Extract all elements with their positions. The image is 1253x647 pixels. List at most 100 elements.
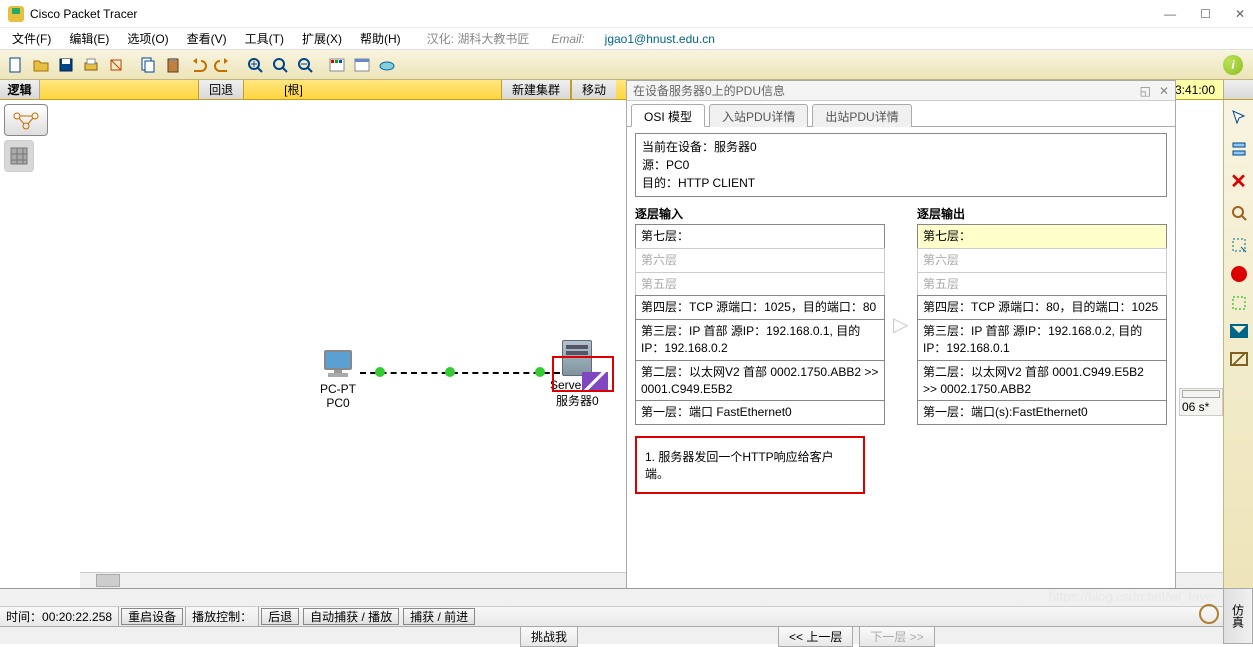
- menu-help[interactable]: 帮助(H): [352, 28, 409, 49]
- logical-view-tab[interactable]: 逻辑: [0, 80, 40, 99]
- next-layer-button[interactable]: 下一层 >>: [859, 626, 934, 647]
- in-layer1[interactable]: 第一层：端口 FastEthernet0: [635, 400, 885, 425]
- device-pc0[interactable]: PC-PT PC0: [320, 350, 356, 410]
- topology-tool[interactable]: [4, 104, 48, 136]
- out-layer2[interactable]: 第二层：以太网V2 首部 0001.C949.E5B2 >> 0002.1750…: [917, 360, 1167, 402]
- cloud-button[interactable]: [375, 53, 399, 77]
- in-layer3[interactable]: 第三层：IP 首部 源IP：192.168.0.1, 目的IP：192.168.…: [635, 319, 885, 361]
- close-button[interactable]: ✕: [1235, 7, 1245, 21]
- link-status-dot: [535, 367, 545, 377]
- print-button[interactable]: [79, 53, 103, 77]
- left-toolbar: [0, 100, 80, 588]
- menu-extensions[interactable]: 扩展(X): [294, 28, 350, 49]
- maximize-button[interactable]: ☐: [1200, 7, 1211, 21]
- translation-credit: 汉化: 湖科大教书匠: [419, 28, 538, 49]
- context-info: 06 s*: [1179, 388, 1223, 416]
- menu-tools[interactable]: 工具(T): [237, 28, 292, 49]
- resize-tool[interactable]: [1228, 234, 1250, 256]
- root-label: [根]: [244, 80, 343, 99]
- capture-forward-button[interactable]: 捕获 / 前进: [403, 608, 475, 625]
- pdu-titlebar: 在设备服务器0上的PDU信息 ◱ ✕: [627, 81, 1175, 101]
- move-button[interactable]: 移动: [571, 80, 616, 99]
- dialog-button[interactable]: [350, 53, 374, 77]
- layers-out-title: 逐层输出: [917, 205, 1167, 222]
- new-cluster-button[interactable]: 新建集群: [501, 80, 571, 99]
- menu-edit[interactable]: 编辑(E): [61, 28, 117, 49]
- link-line: [360, 372, 560, 374]
- step-back-button[interactable]: 后退: [261, 608, 299, 625]
- layers-in-title: 逐层输入: [635, 205, 885, 222]
- wizard-button[interactable]: [104, 53, 128, 77]
- dst-label: 目的：: [642, 176, 678, 190]
- pdu-body: 当前在设备：服务器0 源：PC0 目的：HTTP CLIENT 逐层输入 第七层…: [627, 127, 1175, 500]
- redo-button[interactable]: [211, 53, 235, 77]
- back-button[interactable]: 回退: [198, 80, 244, 99]
- email-link[interactable]: jgao1@hnust.edu.cn: [597, 30, 723, 48]
- tab-inbound[interactable]: 入站PDU详情: [709, 104, 808, 127]
- in-layer7[interactable]: 第七层：: [635, 224, 885, 249]
- undo-button[interactable]: [186, 53, 210, 77]
- draw-palette-button[interactable]: [325, 53, 349, 77]
- tab-osi[interactable]: OSI 模型: [631, 104, 705, 127]
- device-name: 服务器0: [550, 392, 605, 409]
- reset-devices-button[interactable]: 重启设备: [121, 608, 183, 625]
- complex-pdu-tool[interactable]: [1228, 348, 1250, 370]
- window-controls: — ☐ ✕: [1164, 7, 1245, 21]
- bottom-bar: 时间： 00:20:22.258 重启设备 播放控制： 后退 自动捕获 / 播放…: [0, 588, 1253, 644]
- info-icon[interactable]: i: [1223, 55, 1243, 75]
- challenge-button[interactable]: 挑战我: [520, 626, 578, 647]
- new-button[interactable]: [4, 53, 28, 77]
- play-control-label: 播放控制：: [185, 607, 259, 626]
- marquee-tool[interactable]: [1228, 292, 1250, 314]
- inspect-tool[interactable]: [1228, 202, 1250, 224]
- layout-tool[interactable]: [1228, 138, 1250, 160]
- at-value: 服务器0: [714, 140, 757, 154]
- scrollbar-thumb[interactable]: [96, 574, 120, 587]
- out-layer7[interactable]: 第七层：: [917, 224, 1167, 249]
- src-label: 源：: [642, 158, 666, 172]
- src-value: PC0: [666, 158, 689, 172]
- open-button[interactable]: [29, 53, 53, 77]
- pdu-info-box: 当前在设备：服务器0 源：PC0 目的：HTTP CLIENT: [635, 133, 1167, 197]
- menu-file[interactable]: 文件(F): [4, 28, 59, 49]
- zoom-out-button[interactable]: [293, 53, 317, 77]
- pdu-title-text: 在设备服务器0上的PDU信息: [633, 82, 785, 99]
- save-button[interactable]: [54, 53, 78, 77]
- menu-options[interactable]: 选项(O): [119, 28, 176, 49]
- out-layer1[interactable]: 第一层：端口(s):FastEthernet0: [917, 400, 1167, 425]
- device-label: PC-PT: [320, 382, 356, 396]
- delete-tool[interactable]: ✕: [1228, 170, 1250, 192]
- auto-capture-button[interactable]: 自动捕获 / 播放: [303, 608, 399, 625]
- zoom-in-button[interactable]: [243, 53, 267, 77]
- pdu-dock-icon[interactable]: ◱: [1140, 84, 1151, 98]
- out-layer3[interactable]: 第三层：IP 首部 源IP：192.168.0.2, 目的IP：192.168.…: [917, 319, 1167, 361]
- pdu-envelope-icon[interactable]: [582, 372, 608, 390]
- layers-out-col: 逐层输出 第七层： 第六层 第五层 第四层：TCP 源端口：80，目的端口：10…: [917, 205, 1167, 424]
- copy-button[interactable]: [136, 53, 160, 77]
- simple-pdu-tool[interactable]: [1230, 324, 1248, 338]
- menu-view[interactable]: 查看(V): [179, 28, 235, 49]
- out-layer4[interactable]: 第四层：TCP 源端口：80，目的端口：1025: [917, 295, 1167, 320]
- tab-outbound[interactable]: 出站PDU详情: [812, 104, 911, 127]
- out-layer5: 第五层: [917, 272, 1167, 297]
- prev-layer-button[interactable]: << 上一层: [778, 626, 853, 647]
- time-value: 00:20:22.258: [42, 610, 112, 624]
- menubar: 文件(F) 编辑(E) 选项(O) 查看(V) 工具(T) 扩展(X) 帮助(H…: [0, 28, 1253, 50]
- pc-icon: [322, 350, 354, 380]
- select-tool[interactable]: [1228, 106, 1250, 128]
- in-layer6: 第六层: [635, 248, 885, 273]
- grid-tool[interactable]: [4, 140, 34, 172]
- titlebar: Cisco Packet Tracer — ☐ ✕: [0, 0, 1253, 28]
- record-tool[interactable]: [1231, 266, 1247, 282]
- arrow-icon: ▷: [893, 292, 909, 337]
- pdu-close-icon[interactable]: ✕: [1159, 84, 1169, 98]
- in-layer2[interactable]: 第二层：以太网V2 首部 0002.1750.ABB2 >> 0001.C949…: [635, 360, 885, 402]
- zoom-reset-button[interactable]: [268, 53, 292, 77]
- minimize-button[interactable]: —: [1164, 7, 1176, 21]
- simulation-tab[interactable]: 仿真: [1223, 588, 1253, 644]
- pdu-tabs: OSI 模型 入站PDU详情 出站PDU详情: [627, 103, 1175, 127]
- link-status-dot: [375, 367, 385, 377]
- paste-button[interactable]: [161, 53, 185, 77]
- right-toolbar: ✕: [1223, 100, 1253, 588]
- in-layer4[interactable]: 第四层：TCP 源端口：1025，目的端口：80: [635, 295, 885, 320]
